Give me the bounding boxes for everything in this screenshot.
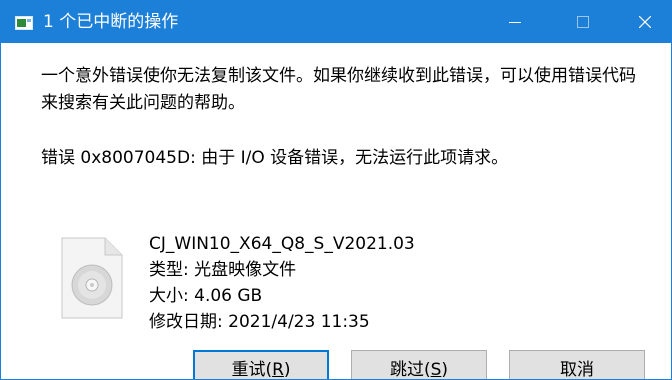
- retry-label: 重试(: [231, 359, 273, 380]
- cancel-button[interactable]: 取消: [509, 350, 645, 380]
- maximize-button[interactable]: [555, 1, 611, 43]
- skip-label-end: ): [441, 359, 449, 380]
- skip-button[interactable]: 跳过(S): [351, 350, 487, 380]
- error-message: 一个意外错误使你无法复制该文件。如果你继续收到此错误，可以使用错误代码来搜索有关…: [41, 66, 636, 113]
- minimize-icon: [509, 22, 521, 23]
- file-details: CJ_WIN10_X64_Q8_S_V2021.03 类型: 光盘映像文件 大小…: [149, 231, 415, 335]
- error-code-line: 错误 0x8007045D: 由于 I/O 设备错误，无法运行此项请求。: [41, 148, 509, 168]
- disc-image-file-icon: [61, 237, 123, 319]
- file-operation-icon: [15, 15, 33, 30]
- title-bar[interactable]: 1 个已中断的操作: [1, 1, 671, 43]
- error-dialog: 1 个已中断的操作 一个意外错误使你无法复制该文件。如果你继续收到此错误，可以使…: [0, 0, 672, 380]
- skip-label: 跳过(: [389, 359, 431, 380]
- cancel-label: 取消: [560, 359, 594, 380]
- minimize-button[interactable]: [487, 1, 543, 43]
- file-modified-date: 修改日期: 2021/4/23 11:35: [149, 312, 370, 332]
- window-title: 1 个已中断的操作: [43, 12, 179, 32]
- skip-accesskey: S: [430, 359, 442, 380]
- message-area: 一个意外错误使你无法复制该文件。如果你继续收到此错误，可以使用错误代码来搜索有关…: [41, 63, 641, 168]
- maximize-icon: [577, 16, 589, 28]
- retry-button[interactable]: 重试(R): [193, 350, 329, 380]
- close-button[interactable]: [617, 1, 671, 43]
- file-type: 类型: 光盘映像文件: [149, 260, 297, 280]
- close-icon: [639, 16, 651, 28]
- retry-accesskey: R: [272, 359, 284, 380]
- retry-label-end: ): [283, 359, 291, 380]
- file-size: 大小: 4.06 GB: [149, 286, 263, 306]
- file-name: CJ_WIN10_X64_Q8_S_V2021.03: [149, 234, 415, 254]
